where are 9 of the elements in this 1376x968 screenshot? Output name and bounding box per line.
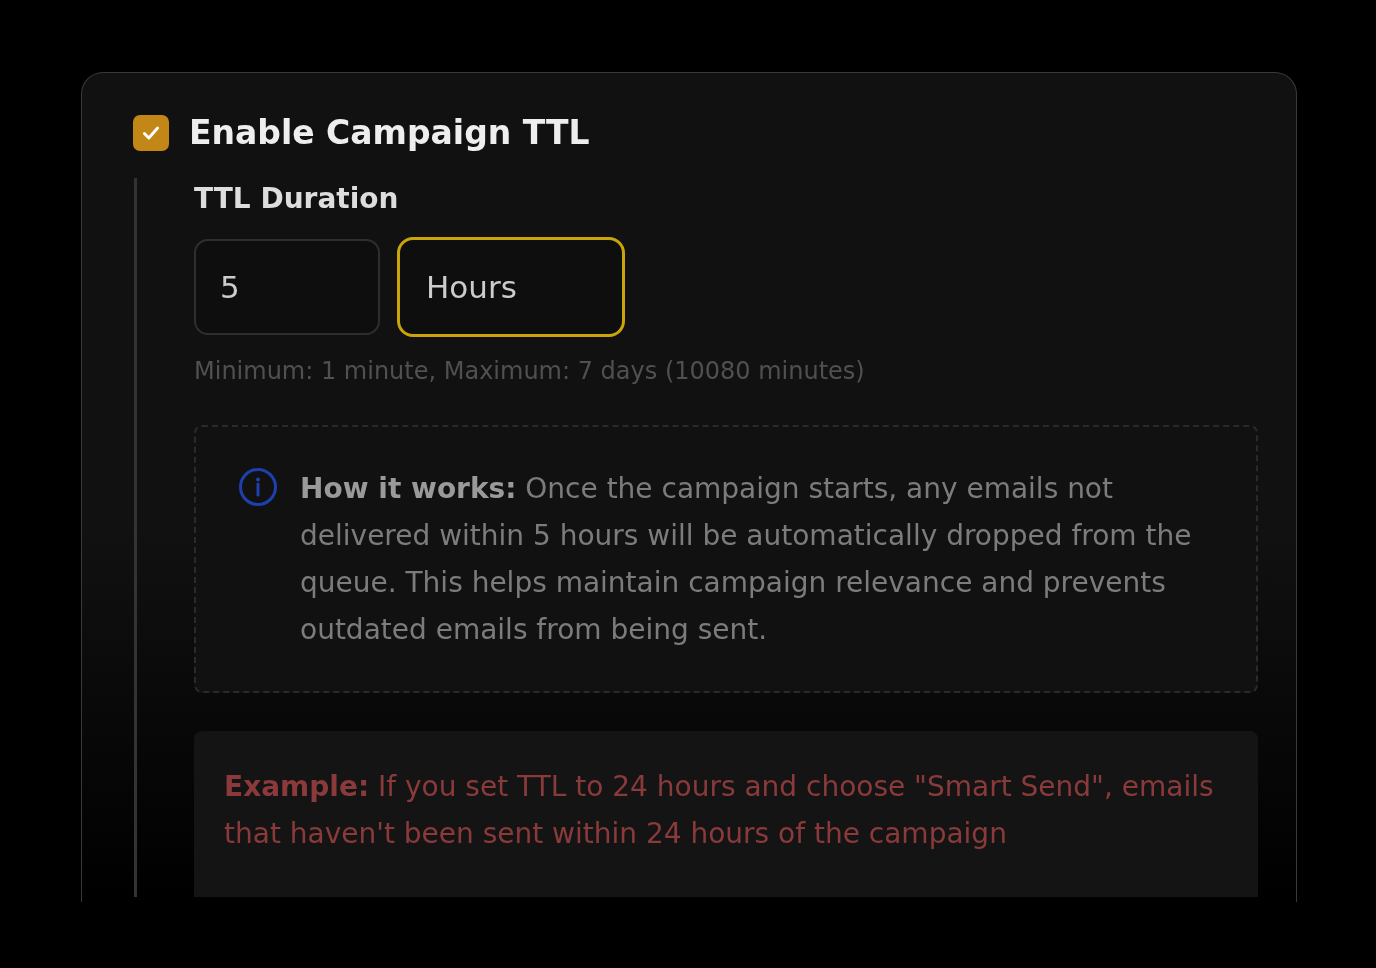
unit-select[interactable]: Hours [397, 237, 625, 337]
duration-label: TTL Duration [194, 181, 400, 215]
info-text: How it works: Once the campaign starts, any emails not delivered within 5 hours will be automatically dropped from the queue. This helps maintain campaign relevance and prevents outdated emails from being sent. [300, 471, 1193, 648]
example-text: Example: If you set TTL to 24 hours and choose "Smart Send", emails that haven't been sent within 24 hours of the campaign [224, 770, 1214, 850]
hint-text: Minimum: 1 minute, Maximum: 7 days (10080 minutes) [194, 357, 866, 385]
info-icon [238, 467, 278, 507]
checkbox-label: Enable Campaign TTL [189, 113, 590, 152]
checkbox[interactable] [133, 114, 169, 151]
duration-input[interactable]: 5 [194, 239, 380, 335]
